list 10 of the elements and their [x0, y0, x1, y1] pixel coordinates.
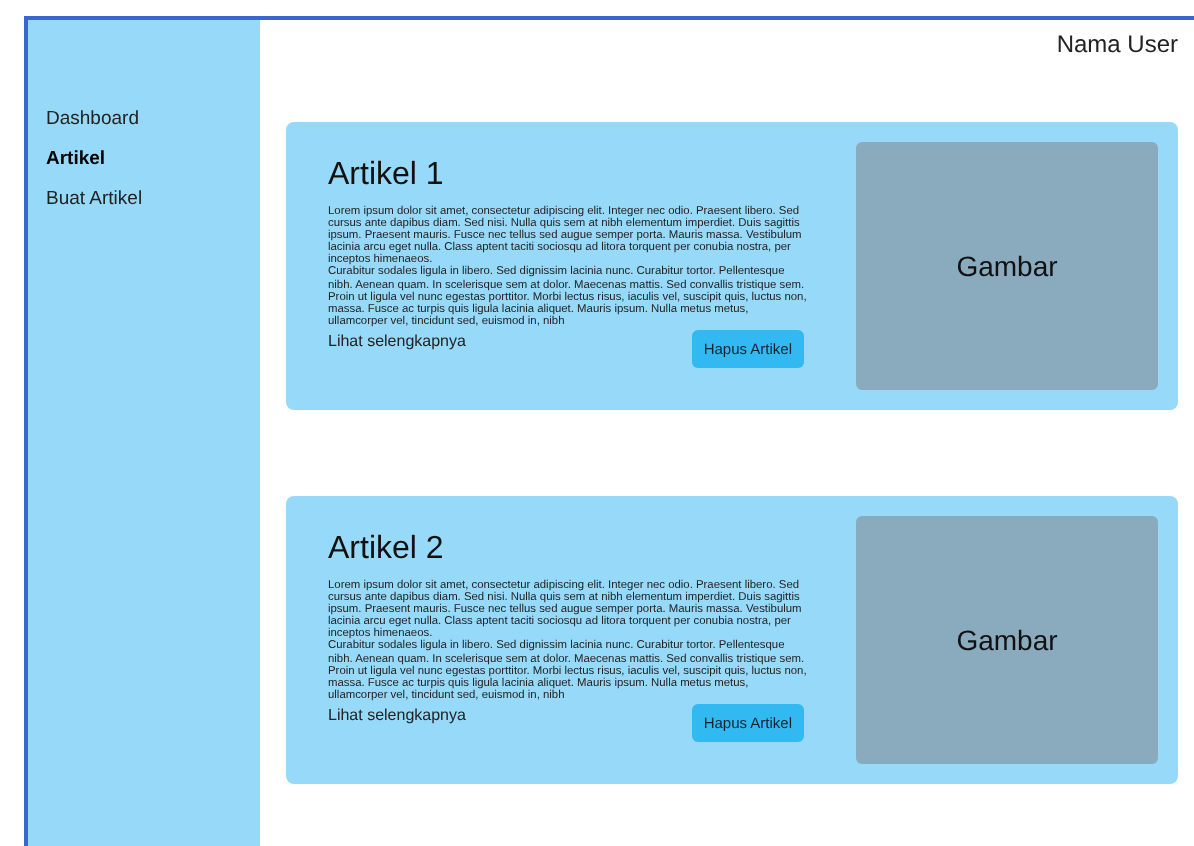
image-label: Gambar	[956, 250, 1058, 282]
sidebar-item[interactable]: Buat Artikel	[46, 188, 260, 210]
read-more-link[interactable]: Lihat selengkapnya	[328, 705, 466, 724]
image-label: Gambar	[956, 624, 1058, 656]
user-name[interactable]: Nama User	[1056, 30, 1178, 122]
article-title: Artikel 2	[328, 532, 446, 568]
sidebar-item[interactable]: Artikel	[46, 148, 260, 170]
article-title: Artikel 1	[328, 158, 446, 194]
read-more-link[interactable]: Lihat selengkapnya	[328, 331, 466, 350]
sidebar-item[interactable]: Dashboard	[46, 108, 260, 130]
